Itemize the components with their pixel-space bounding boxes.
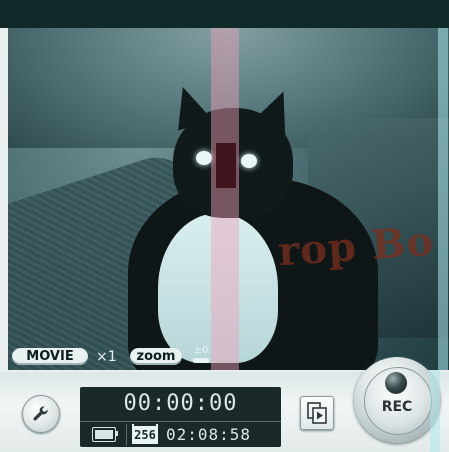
zoom-factor: ×1 — [96, 349, 117, 365]
exposure-value: ±0 — [193, 345, 209, 356]
battery-icon — [92, 427, 116, 442]
camera-app-window: rop Bo MOVIE ×1 zoom ±0 00:00:00 256 02:… — [0, 0, 449, 452]
battery-terminal — [115, 431, 118, 436]
counter-separator — [126, 424, 127, 446]
zoom-badge[interactable]: zoom — [130, 348, 182, 365]
elapsed-time: 00:00:00 — [123, 391, 238, 416]
cat-eye-left — [196, 151, 212, 165]
rec-label: REC — [381, 399, 413, 415]
quality-arrow-icon — [134, 424, 156, 430]
pink-overlay-bar — [211, 28, 239, 370]
mode-badge[interactable]: MOVIE — [12, 348, 88, 365]
remaining-time: 02:08:58 — [166, 425, 252, 444]
viewfinder: rop Bo — [8, 28, 449, 370]
playback-button[interactable] — [300, 396, 334, 430]
wrench-icon — [33, 406, 48, 421]
counter-divider — [80, 421, 281, 422]
cat-eye-right — [241, 154, 257, 168]
settings-button[interactable] — [22, 395, 60, 433]
playback-icon — [307, 402, 327, 424]
exposure-indicator — [193, 358, 209, 363]
cyan-overlay-line — [438, 28, 448, 370]
cyan-overlay-strip — [430, 370, 440, 452]
lens-icon — [385, 372, 407, 394]
dark-overlay-block — [216, 143, 236, 188]
top-strip — [0, 0, 449, 28]
